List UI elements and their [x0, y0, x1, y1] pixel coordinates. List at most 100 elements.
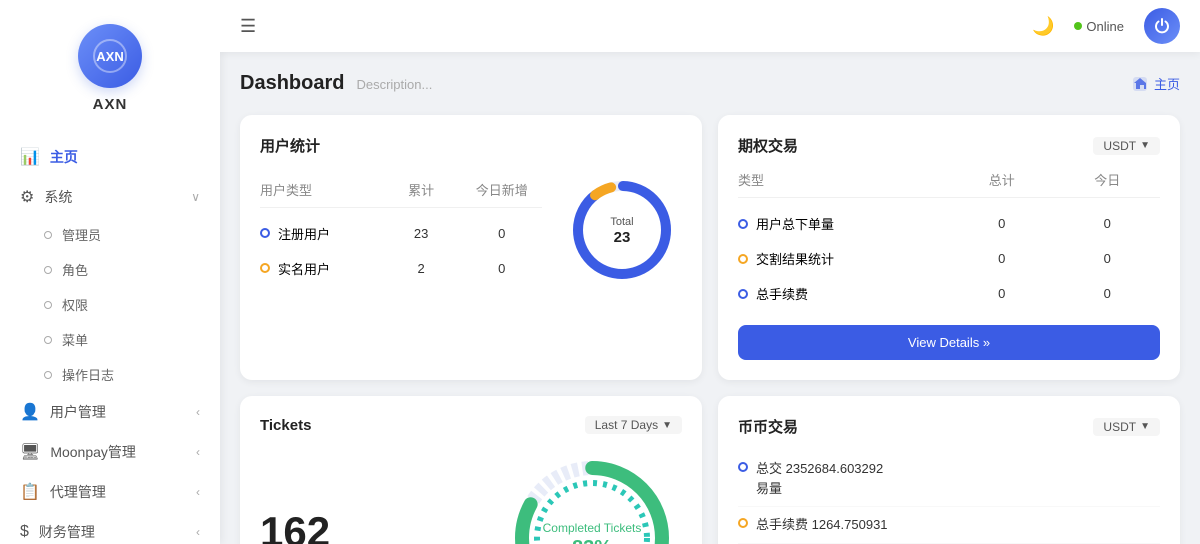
page-description: Description... [356, 77, 432, 92]
sidebar-item-finance[interactable]: $ 财务管理 ‹ [0, 512, 220, 544]
tickets-count: 162 [260, 511, 482, 544]
tickets-dropdown-arrow: ▼ [662, 420, 672, 431]
chevron-down-icon: ∨ [191, 190, 200, 204]
home-breadcrumb-label: 主页 [1154, 74, 1180, 93]
power-button[interactable] [1144, 8, 1180, 44]
sidebar-item-admin[interactable]: 管理员 [0, 217, 220, 252]
ft-col-today: 今日 [1055, 170, 1161, 189]
svg-text:23: 23 [614, 229, 631, 246]
col-total-header: 累计 [381, 180, 462, 199]
coin-row-total-trade: 总交 2352684.603292易量 [738, 451, 1160, 507]
hamburger-icon[interactable]: ☰ [240, 16, 256, 37]
chevron-right-icon-agent: ‹ [196, 485, 200, 499]
user-donut-section: Total 23 [562, 170, 682, 295]
sidebar-item-role-label: 角色 [62, 260, 88, 279]
futures-card: 期权交易 USDT ▼ 类型 总计 今日 用户总下 [718, 115, 1180, 380]
sidebar-item-finance-label: 财务管理 [39, 522, 95, 542]
ft-label-settlement-text: 交割结果统计 [756, 249, 834, 268]
ft-label-orders: 用户总下单量 [738, 214, 949, 233]
sub-dot-role [44, 266, 52, 274]
sub-dot-permission [44, 301, 52, 309]
cards-grid: 用户统计 用户类型 累计 今日新增 [240, 115, 1180, 544]
topbar-right: 🌙 Online [1032, 8, 1180, 44]
sub-dot-admin [44, 231, 52, 239]
sidebar: AXN AXN 📊 主页 ⚙ 系统 ∨ 管理员 角色 权限 [0, 0, 220, 544]
coin-exchange-rows: 总交 2352684.603292易量 总手续费 1264.750931 今日交… [738, 451, 1160, 544]
futures-col-headers: 类型 总计 今日 [738, 170, 1160, 198]
topbar-left: ☰ [240, 16, 256, 37]
tickets-dropdown[interactable]: Last 7 Days ▼ [585, 416, 682, 434]
tickets-donut-chart: Completed Tickets 83% [502, 448, 682, 544]
ft-settlement-total: 0 [949, 251, 1055, 266]
page-title: Dashboard [240, 72, 344, 95]
user-stats-header: 用户统计 [260, 135, 682, 156]
col-today-header: 今日新增 [461, 180, 542, 199]
sidebar-item-oplog[interactable]: 操作日志 [0, 357, 220, 392]
online-status: Online [1074, 19, 1124, 34]
logo-name: AXN [93, 96, 128, 113]
moonpay-icon: 🖥 [20, 442, 40, 462]
tickets-header: Tickets Last 7 Days ▼ [260, 416, 682, 434]
ft-col-total: 总计 [949, 170, 1055, 189]
user-stats-col-headers: 用户类型 累计 今日新增 [260, 180, 542, 208]
sidebar-item-admin-label: 管理员 [62, 225, 101, 244]
coin-dot-total-trade [738, 462, 748, 472]
ft-label-fee-text: 总手续费 [756, 284, 808, 303]
coin-label-total-fee: 总手续费 1264.750931 [756, 515, 888, 535]
sidebar-item-agent[interactable]: 📋 代理管理 ‹ [0, 472, 220, 512]
coin-label-total-trade: 总交 2352684.603292易量 [756, 459, 883, 498]
sidebar-item-menu[interactable]: 菜单 [0, 322, 220, 357]
online-label: Online [1086, 19, 1124, 34]
moon-icon[interactable]: 🌙 [1032, 16, 1054, 37]
sidebar-item-permission[interactable]: 权限 [0, 287, 220, 322]
user-stats-table: 用户类型 累计 今日新增 注册用户 23 0 [260, 180, 542, 286]
sidebar-menu: 📊 主页 ⚙ 系统 ∨ 管理员 角色 权限 菜单 [0, 129, 220, 544]
page-title-group: Dashboard Description... [240, 72, 432, 95]
futures-badge[interactable]: USDT ▼ [1093, 137, 1160, 155]
sidebar-item-moonpay[interactable]: 🖥 Moonpay管理 ‹ [0, 432, 220, 472]
sidebar-item-permission-label: 权限 [62, 295, 88, 314]
chevron-right-icon-user: ‹ [196, 405, 200, 419]
sidebar-item-system[interactable]: ⚙ 系统 ∨ [0, 177, 220, 217]
ft-label-settlement: 交割结果统计 [738, 249, 949, 268]
sub-dot-menu [44, 336, 52, 344]
svg-text:Completed Tickets: Completed Tickets [543, 521, 642, 535]
futures-header: 期权交易 USDT ▼ [738, 135, 1160, 156]
sidebar-item-user-mgmt[interactable]: 👤 用户管理 ‹ [0, 392, 220, 432]
ft-col-type: 类型 [738, 170, 949, 189]
ft-orders-today: 0 [1055, 216, 1161, 231]
sub-dot-oplog [44, 371, 52, 379]
coin-exchange-badge-label: USDT [1103, 420, 1136, 434]
sidebar-item-home[interactable]: 📊 主页 [0, 137, 220, 177]
coin-exchange-title: 币币交易 [738, 416, 798, 437]
finance-icon: $ [20, 523, 29, 541]
agent-icon: 📋 [20, 482, 40, 502]
ft-fee-today: 0 [1055, 286, 1161, 301]
row-verified-today: 0 [461, 261, 542, 276]
futures-title: 期权交易 [738, 135, 798, 156]
futures-view-details-button[interactable]: View Details » [738, 325, 1160, 360]
coin-exchange-badge[interactable]: USDT ▼ [1093, 418, 1160, 436]
row-verified-label: 实名用户 [278, 259, 330, 278]
home-icon: 📊 [20, 147, 40, 167]
tickets-title: Tickets [260, 417, 311, 434]
home-breadcrumb-link[interactable]: 主页 [1132, 74, 1180, 93]
sidebar-item-moonpay-label: Moonpay管理 [50, 442, 136, 462]
svg-text:83%: 83% [572, 537, 612, 544]
user-icon: 👤 [20, 402, 40, 422]
ft-dot-fee [738, 289, 748, 299]
row-registered: 注册用户 [260, 224, 381, 243]
online-dot [1074, 22, 1082, 30]
coin-dot-total-fee [738, 518, 748, 528]
user-stats-table-section: 用户类型 累计 今日新增 注册用户 23 0 [260, 180, 542, 286]
system-submenu: 管理员 角色 权限 菜单 操作日志 [0, 217, 220, 392]
sidebar-item-role[interactable]: 角色 [0, 252, 220, 287]
user-stats-row-verified: 实名用户 2 0 [260, 251, 542, 286]
sidebar-logo: AXN AXN [0, 0, 220, 129]
sidebar-item-system-label: 系统 [44, 187, 72, 207]
svg-text:Total: Total [610, 216, 633, 228]
futures-badge-label: USDT [1103, 139, 1136, 153]
futures-row-orders: 用户总下单量 0 0 [738, 206, 1160, 241]
user-stats-row-registered: 注册用户 23 0 [260, 216, 542, 251]
sidebar-item-home-label: 主页 [50, 147, 78, 167]
